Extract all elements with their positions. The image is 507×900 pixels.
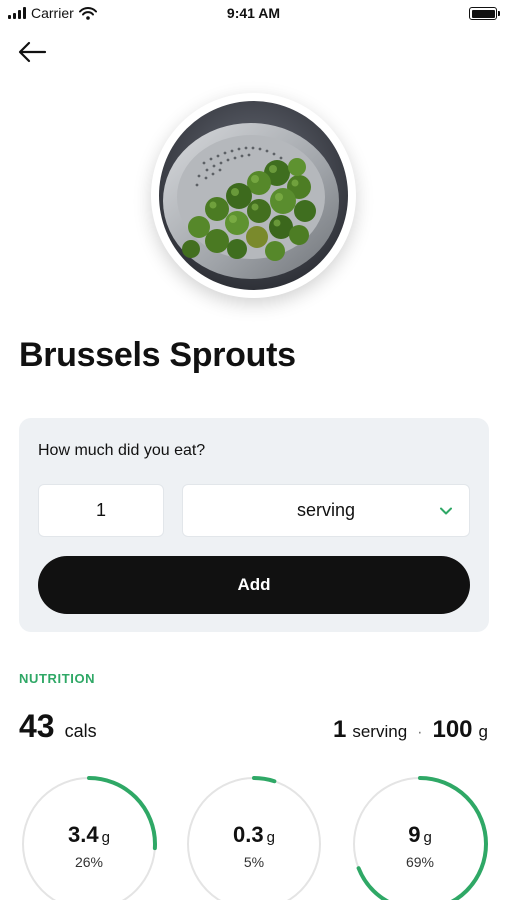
- status-bar: Carrier 9:41 AM: [0, 0, 507, 28]
- amount-question: How much did you eat?: [38, 442, 206, 459]
- battery-icon: [469, 7, 500, 20]
- macro-ring-1: 3.4 g 26%: [20, 775, 158, 900]
- status-time: 9:41 AM: [226, 5, 281, 21]
- macro-unit: g: [266, 829, 275, 846]
- macro-amount: 9: [408, 822, 421, 847]
- calories-summary: 43 cals: [19, 708, 97, 745]
- amount-card: How much did you eat? serving Add: [19, 418, 489, 632]
- nutrition-section-label: NUTRITION: [19, 671, 96, 686]
- weight-unit: g: [478, 722, 488, 741]
- unit-dropdown[interactable]: serving: [182, 484, 470, 537]
- macro-percent: 5%: [243, 854, 265, 870]
- macro-unit: g: [101, 829, 110, 846]
- quantity-input[interactable]: [38, 484, 164, 537]
- food-image: [159, 101, 348, 290]
- back-button[interactable]: [14, 36, 50, 68]
- macro-percent: 26%: [74, 854, 104, 870]
- serving-summary: 1 serving · 100 g: [333, 716, 488, 744]
- serving-unit: serving: [352, 722, 408, 741]
- calories-unit: cals: [64, 721, 97, 741]
- calories-value: 43: [19, 708, 55, 744]
- macro-amount: 3.4: [68, 822, 99, 847]
- food-photo: [151, 93, 356, 298]
- chevron-down-icon: [440, 507, 452, 515]
- food-title: Brussels Sprouts: [19, 336, 296, 374]
- macro-ring-2: 0.3 g 5%: [185, 775, 323, 900]
- back-arrow-icon: [18, 41, 47, 63]
- macro-percent: 69%: [405, 854, 435, 870]
- add-button[interactable]: Add: [38, 556, 470, 614]
- macro-unit: g: [423, 829, 432, 846]
- unit-value: serving: [296, 500, 356, 520]
- weight-value: 100: [432, 716, 473, 743]
- separator-dot: ·: [417, 724, 423, 741]
- macro-amount: 0.3: [233, 822, 264, 847]
- macro-ring-3: 9g 69%: [351, 775, 489, 900]
- serving-quantity: 1: [332, 716, 347, 743]
